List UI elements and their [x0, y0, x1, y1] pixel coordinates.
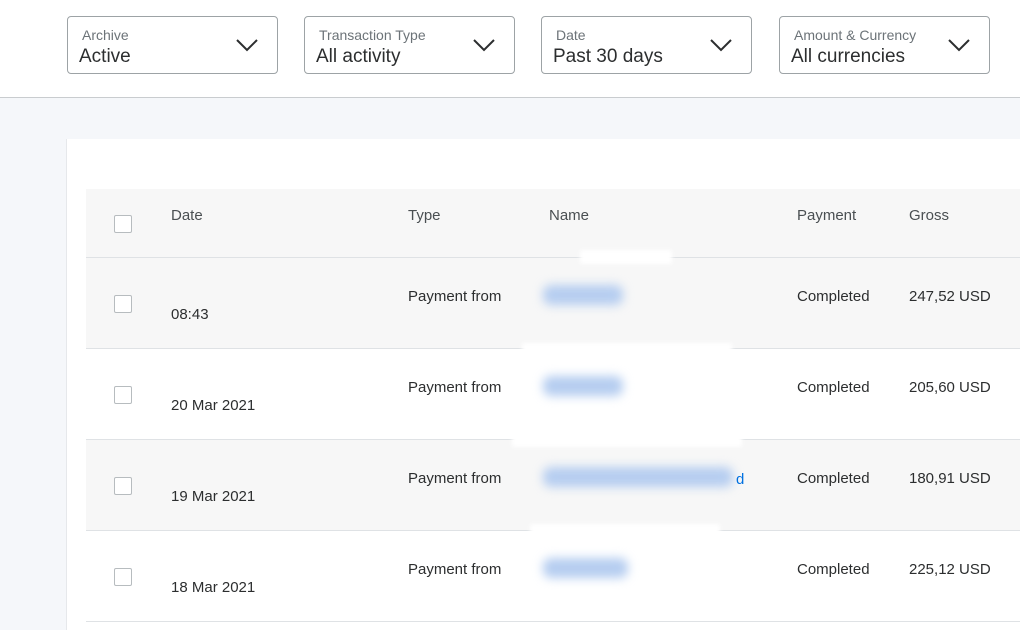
row-checkbox[interactable] — [114, 295, 132, 313]
row-type: Payment from — [408, 288, 502, 305]
column-header-name: Name — [549, 207, 590, 224]
row-payment-status: Completed — [797, 561, 870, 578]
amount-currency-filter-dropdown[interactable]: Amount & Currency All currencies — [779, 16, 990, 74]
archive-filter-dropdown[interactable]: Archive Active — [67, 16, 278, 74]
column-header-payment: Payment — [797, 207, 857, 224]
row-checkbox[interactable] — [114, 477, 132, 495]
row-payment-status: Completed — [797, 470, 870, 487]
table-row[interactable]: 18 Mar 2021 Payment from Completed 225,1… — [86, 531, 1020, 622]
archive-filter-value: Active — [79, 46, 131, 67]
row-name-redacted[interactable] — [543, 467, 733, 487]
chevron-down-icon — [236, 39, 258, 52]
transaction-type-filter-label: Transaction Type — [319, 27, 426, 43]
column-header-gross: Gross — [909, 207, 950, 224]
amount-currency-filter-label: Amount & Currency — [794, 27, 917, 43]
redaction-patch — [512, 433, 742, 447]
chevron-down-icon — [948, 39, 970, 52]
table-row[interactable]: 20 Mar 2021 Payment from Completed 205,6… — [86, 349, 1020, 440]
row-checkbox[interactable] — [114, 568, 132, 586]
table-row[interactable]: 08:43 Payment from Completed 247,52 USD — [86, 258, 1020, 349]
redaction-patch — [522, 343, 732, 357]
transaction-type-filter-value: All activity — [316, 46, 401, 67]
date-filter-label: Date — [556, 27, 586, 43]
column-header-type: Type — [408, 207, 441, 224]
transactions-table: Date Type Name Payment Gross 08:43 Payme… — [86, 189, 1020, 622]
row-type: Payment from — [408, 470, 502, 487]
row-gross-amount: 205,60 USD — [909, 379, 991, 396]
row-gross-amount: 225,12 USD — [909, 561, 991, 578]
table-header-row: Date Type Name Payment Gross — [86, 189, 1020, 258]
row-checkbox[interactable] — [114, 386, 132, 404]
row-date: 08:43 — [171, 306, 209, 323]
row-date: 19 Mar 2021 — [171, 488, 256, 505]
chevron-down-icon — [473, 39, 495, 52]
row-payment-status: Completed — [797, 288, 870, 305]
row-name-visible-tail[interactable]: d — [736, 471, 744, 488]
row-type: Payment from — [408, 561, 502, 578]
row-date: 20 Mar 2021 — [171, 397, 256, 414]
row-name-redacted[interactable] — [543, 558, 628, 578]
table-row[interactable]: 19 Mar 2021 Payment from d Completed 180… — [86, 440, 1020, 531]
date-filter-value: Past 30 days — [553, 46, 663, 67]
transaction-type-filter-dropdown[interactable]: Transaction Type All activity — [304, 16, 515, 74]
row-name-redacted[interactable] — [543, 285, 623, 305]
row-gross-amount: 180,91 USD — [909, 470, 991, 487]
row-name-redacted[interactable] — [543, 376, 623, 396]
chevron-down-icon — [710, 39, 732, 52]
redaction-patch — [530, 524, 720, 538]
redaction-patch — [580, 250, 672, 264]
column-header-date[interactable]: Date — [171, 207, 203, 224]
select-all-checkbox[interactable] — [114, 215, 132, 233]
row-type: Payment from — [408, 379, 502, 396]
amount-currency-filter-value: All currencies — [791, 46, 906, 67]
row-date: 18 Mar 2021 — [171, 579, 256, 596]
row-payment-status: Completed — [797, 379, 870, 396]
date-filter-dropdown[interactable]: Date Past 30 days — [541, 16, 752, 74]
filter-bar: Archive Active Transaction Type All acti… — [0, 0, 1020, 98]
row-gross-amount: 247,52 USD — [909, 288, 991, 305]
archive-filter-label: Archive — [82, 27, 129, 43]
